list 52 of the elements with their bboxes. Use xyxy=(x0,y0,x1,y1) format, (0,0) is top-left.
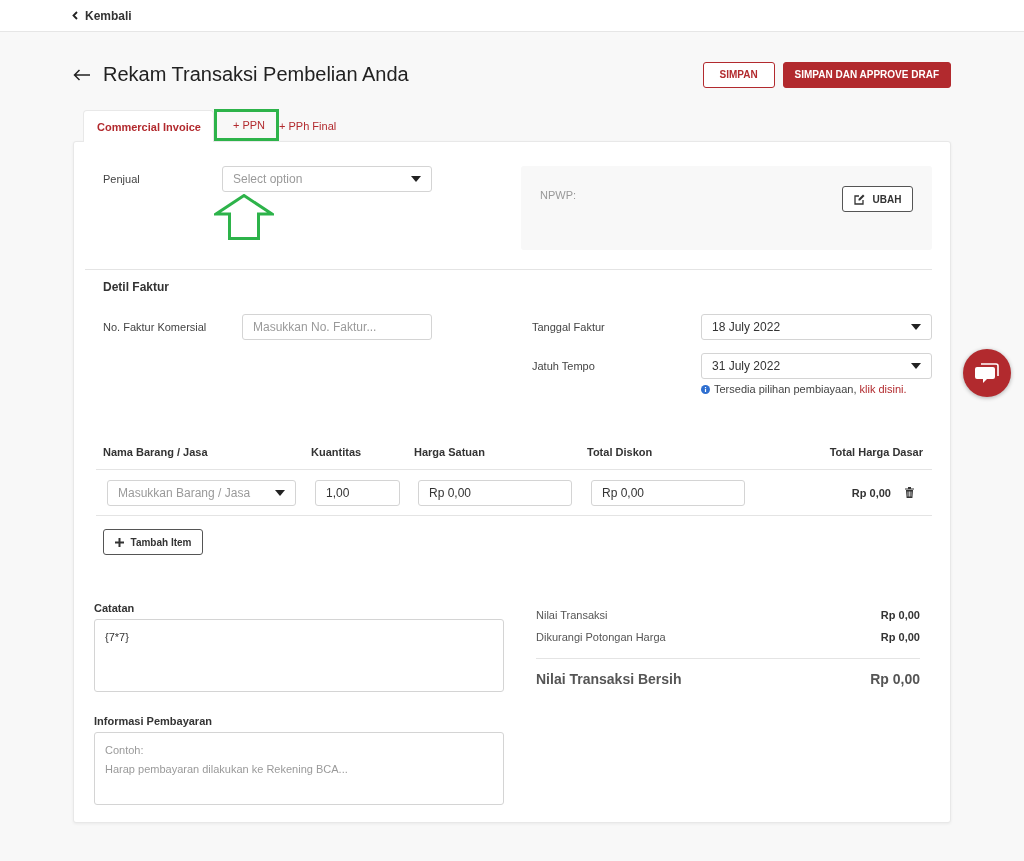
caret-icon xyxy=(411,176,421,182)
caret-icon xyxy=(275,489,285,496)
invoice-number-label: No. Faktur Komersial xyxy=(103,321,208,333)
chevron-left-icon xyxy=(72,11,78,20)
due-date-label: Jatuh Tempo xyxy=(532,360,596,372)
invoice-date-label: Tanggal Faktur xyxy=(532,321,606,333)
payment-info-field[interactable]: Contoh: Harap pembayaran dilakukan ke Rekening BCA... xyxy=(94,732,504,805)
column-header: Kuantitas xyxy=(311,446,363,458)
financing-note: Tersedia pilihan pembiayaan, klik disini. xyxy=(714,383,907,395)
seller-label: Penjual xyxy=(103,173,141,185)
invoice-date-select[interactable]: 18 July 2022 xyxy=(701,314,932,340)
info-icon xyxy=(701,384,710,394)
add-item-button[interactable]: Tambah Item xyxy=(103,529,203,555)
save-button[interactable]: SIMPAN xyxy=(702,61,775,88)
net-total-value: Rp 0,00 xyxy=(870,670,920,687)
unit-price-input[interactable]: Rp 0,00 xyxy=(418,479,572,506)
net-total-label: Nilai Transaksi Bersih xyxy=(536,670,682,687)
tab[interactable]: + PPN xyxy=(213,109,280,141)
financing-link[interactable]: klik disini. xyxy=(859,383,907,395)
column-header: Harga Satuan xyxy=(414,446,486,458)
edit-icon xyxy=(853,193,865,205)
summary-value: Rp 0,00 xyxy=(880,631,920,643)
due-date-select[interactable]: 31 July 2022 xyxy=(701,353,932,379)
tab[interactable]: + PPh Final xyxy=(279,110,349,141)
back-link[interactable]: Kembali xyxy=(72,8,132,23)
section-heading: Detil Faktur xyxy=(103,280,170,295)
plus-icon xyxy=(114,537,124,547)
page-title: Rekam Transaksi Pembelian Anda xyxy=(103,63,409,86)
column-header: Total Diskon xyxy=(587,446,654,458)
invoice-number-input[interactable]: Masukkan No. Faktur... xyxy=(242,314,432,340)
payment-info-label: Informasi Pembayaran xyxy=(94,715,213,729)
back-arrow-icon[interactable] xyxy=(73,68,91,81)
chat-button[interactable] xyxy=(963,349,1011,397)
caret-icon xyxy=(911,324,921,330)
total-amount: Rp 0,00 xyxy=(851,486,891,499)
npwp-label: NPWP: xyxy=(540,189,577,201)
quantity-input[interactable]: 1,00 xyxy=(315,479,400,506)
column-header: Total Harga Dasar xyxy=(828,446,924,458)
summary-label: Nilai Transaksi xyxy=(536,609,608,621)
discount-input[interactable]: Rp 0,00 xyxy=(591,479,745,506)
notes-field[interactable]: {7*7} xyxy=(94,619,504,692)
summary-label: Dikurangi Potongan Harga xyxy=(536,631,666,643)
summary-value: Rp 0,00 xyxy=(880,609,920,621)
caret-icon xyxy=(911,363,921,369)
save-approve-button[interactable]: SIMPAN DAN APPROVE DRAF xyxy=(782,61,951,88)
tab[interactable]: Commercial Invoice xyxy=(83,110,214,142)
notes-label: Catatan xyxy=(94,602,136,616)
column-header: Nama Barang / Jasa xyxy=(103,446,209,458)
edit-button[interactable]: UBAH xyxy=(842,186,913,212)
up-arrow xyxy=(213,194,274,240)
trash-icon[interactable] xyxy=(905,487,914,498)
chat-bubble-icon xyxy=(975,362,999,384)
